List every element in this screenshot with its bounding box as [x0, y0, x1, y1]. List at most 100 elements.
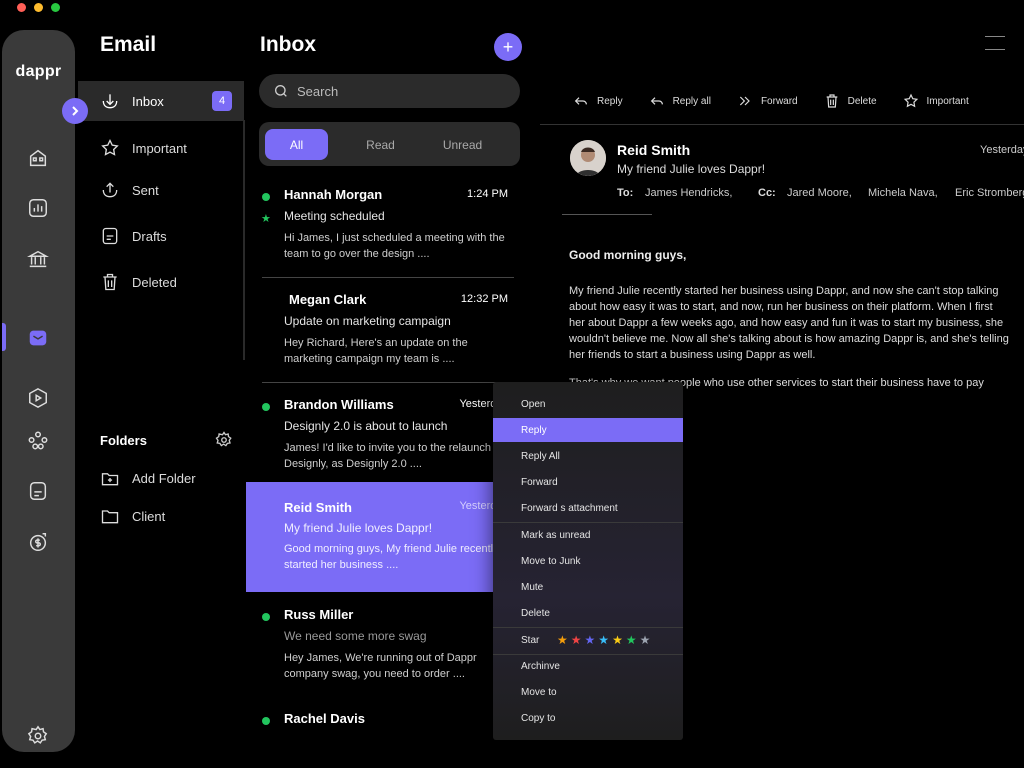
- menu-item-mute[interactable]: Mute: [493, 575, 683, 599]
- nav-item-label: Sent: [132, 182, 159, 198]
- menu-item-forward-attachment[interactable]: Forward s attachment: [493, 496, 683, 520]
- mail-subject: My friend Julie loves Dappr!: [284, 521, 433, 535]
- nav-item-client[interactable]: Client: [78, 496, 244, 536]
- menu-item-delete[interactable]: Delete: [493, 601, 683, 625]
- star-color-green-icon[interactable]: ★: [626, 633, 637, 647]
- inbox-icon: [102, 94, 118, 109]
- bank-icon[interactable]: [26, 247, 50, 271]
- avatar: [570, 140, 606, 176]
- document-icon[interactable]: [26, 479, 50, 503]
- menu-icon[interactable]: [985, 36, 1005, 50]
- nav-item-label: Important: [132, 140, 187, 156]
- menu-item-archive[interactable]: Archinve: [493, 654, 683, 678]
- reply-button[interactable]: Reply: [573, 93, 623, 109]
- message-toolbar: Reply Reply all Forward Delete Important: [573, 93, 995, 109]
- menu-item-move-to[interactable]: Move to: [493, 680, 683, 704]
- mail-item[interactable]: Megan Clark 12:32 PM Update on marketing…: [246, 283, 516, 381]
- star-color-sky-icon[interactable]: ★: [598, 633, 609, 647]
- read-filter: All Read Unread: [259, 122, 520, 166]
- menu-item-reply-all[interactable]: Reply All: [493, 444, 683, 468]
- nav-item-drafts[interactable]: Drafts: [78, 216, 244, 256]
- mail-time: 1:24 PM: [467, 188, 508, 200]
- unread-count-badge: 4: [212, 91, 232, 111]
- plus-icon: +: [502, 36, 514, 57]
- to-recipient[interactable]: James Hendricks,: [645, 187, 732, 199]
- cc-recipient[interactable]: Jared Moore,: [787, 187, 852, 199]
- mail-sender: Hannah Morgan: [284, 187, 383, 202]
- search-bar[interactable]: [259, 74, 520, 108]
- mail-item[interactable]: Russ Miller We need some more swag Hey J…: [246, 598, 516, 693]
- mail-item[interactable]: Rachel Davis: [246, 702, 516, 752]
- mail-time: 12:32 PM: [460, 293, 508, 305]
- close-window-button[interactable]: [17, 3, 26, 12]
- mail-sender: Rachel Davis: [284, 711, 365, 726]
- expand-rail-button[interactable]: [62, 98, 88, 124]
- unread-dot: [262, 613, 270, 621]
- nav-item-important[interactable]: Important: [78, 128, 244, 168]
- filter-tab-read[interactable]: Read: [349, 129, 412, 160]
- filter-tab-all[interactable]: All: [265, 129, 328, 160]
- settings-icon[interactable]: [26, 724, 50, 748]
- menu-item-move-to-junk[interactable]: Move to Junk: [493, 549, 683, 573]
- mail-subject: Designly 2.0 is about to launch: [284, 419, 448, 433]
- home-icon[interactable]: [26, 146, 50, 170]
- message-greeting: Good morning guys,: [569, 248, 687, 262]
- app-logo: dappr: [15, 63, 62, 80]
- nav-item-label: Drafts: [132, 228, 167, 244]
- mail-icon[interactable]: [26, 326, 50, 350]
- star-color-yellow-icon[interactable]: ★: [612, 633, 623, 647]
- dollar-icon[interactable]: [26, 530, 50, 554]
- reply-all-label: Reply all: [672, 95, 711, 107]
- forward-button[interactable]: Forward: [737, 93, 798, 109]
- search-input[interactable]: [297, 83, 497, 99]
- trash-icon: [103, 273, 117, 291]
- folders-settings-icon[interactable]: [215, 431, 233, 449]
- forward-icon: [739, 96, 750, 106]
- email-section-title: Email: [100, 33, 157, 56]
- mail-item[interactable]: ★ Hannah Morgan 1:24 PM Meeting schedule…: [246, 178, 516, 276]
- mail-preview: James! I'd like to invite you to the rel…: [284, 442, 504, 470]
- menu-item-reply[interactable]: Reply: [493, 418, 683, 442]
- nav-item-label: Inbox: [132, 93, 164, 109]
- unread-dot: [262, 403, 270, 411]
- star-color-red-icon[interactable]: ★: [571, 633, 582, 647]
- folders-heading: Folders: [100, 433, 147, 448]
- nav-item-sent[interactable]: Sent: [78, 170, 244, 210]
- app-rail: dappr: [2, 30, 75, 752]
- message-date: Yesterday: [980, 144, 1024, 156]
- menu-item-open[interactable]: Open: [493, 392, 683, 416]
- mail-item-selected[interactable]: Reid Smith Yesterday My friend Julie lov…: [246, 482, 516, 592]
- star-color-indigo-icon[interactable]: ★: [585, 633, 596, 647]
- folder-icon: [101, 510, 119, 524]
- nav-item-inbox[interactable]: Inbox 4: [78, 81, 244, 121]
- sent-icon: [102, 182, 118, 198]
- mail-item[interactable]: Brandon Williams Yesterday Designly 2.0 …: [246, 388, 516, 480]
- minimize-window-button[interactable]: [34, 3, 43, 12]
- reply-all-icon: [650, 97, 663, 105]
- cc-recipient[interactable]: Eric Stromberg: [955, 187, 1024, 199]
- star-color-orange-icon[interactable]: ★: [557, 633, 568, 647]
- star-icon: [903, 93, 918, 108]
- nav-item-deleted[interactable]: Deleted: [78, 262, 244, 302]
- play-icon[interactable]: [26, 386, 50, 410]
- reply-all-button[interactable]: Reply all: [649, 93, 711, 109]
- menu-item-copy-to[interactable]: Copy to: [493, 706, 683, 730]
- mail-sender: Reid Smith: [284, 500, 352, 515]
- maximize-window-button[interactable]: [51, 3, 60, 12]
- delete-button[interactable]: Delete: [824, 93, 877, 109]
- users-icon[interactable]: [26, 428, 50, 452]
- important-button[interactable]: Important: [903, 93, 969, 109]
- filter-tab-unread[interactable]: Unread: [431, 129, 494, 160]
- menu-item-mark-unread[interactable]: Mark as unread: [493, 523, 683, 547]
- compose-button[interactable]: +: [494, 33, 522, 61]
- star-color-gray-icon[interactable]: ★: [640, 633, 651, 647]
- mail-divider: [262, 382, 514, 383]
- chart-icon[interactable]: [26, 196, 50, 220]
- header-divider: [562, 214, 652, 215]
- menu-item-forward[interactable]: Forward: [493, 470, 683, 494]
- cc-recipient[interactable]: Michela Nava,: [868, 187, 938, 199]
- mail-sender: Russ Miller: [284, 607, 354, 622]
- message-sender: Reid Smith: [617, 142, 691, 158]
- nav-item-add-folder[interactable]: Add Folder: [78, 458, 244, 498]
- nav-divider: [243, 120, 245, 360]
